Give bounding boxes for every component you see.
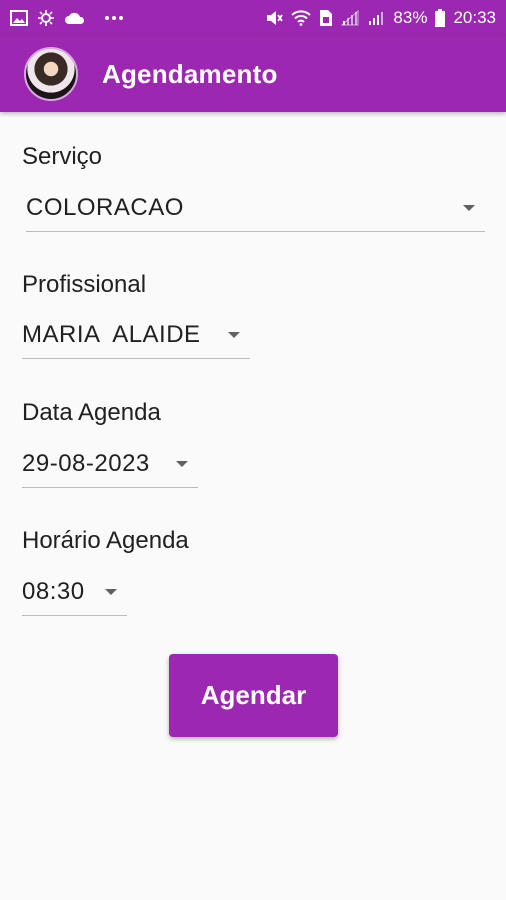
data-agenda-value: 29-08-2023 bbox=[22, 449, 150, 477]
image-icon bbox=[10, 8, 28, 28]
servico-label: Serviço bbox=[22, 143, 103, 170]
servico-value: COLORACAO bbox=[26, 193, 184, 221]
status-bar-left bbox=[10, 8, 124, 28]
mute-icon bbox=[265, 8, 284, 28]
battery-percent: 83% bbox=[393, 8, 428, 27]
wifi-icon bbox=[291, 8, 312, 28]
chevron-down-icon bbox=[105, 588, 117, 595]
sim-card-icon bbox=[319, 8, 333, 28]
page-title: Agendamento bbox=[102, 58, 278, 89]
profissional-value: MARIA ALAIDE bbox=[22, 320, 201, 348]
battery-icon bbox=[435, 8, 446, 28]
horario-agenda-label: Horário Agenda bbox=[22, 527, 189, 554]
signal-icon-2 bbox=[367, 8, 385, 28]
more-icon bbox=[104, 8, 124, 28]
avatar bbox=[24, 47, 78, 101]
agendar-button[interactable]: Agendar bbox=[169, 654, 338, 737]
clock: 20:33 bbox=[453, 8, 496, 27]
data-agenda-label: Data Agenda bbox=[22, 399, 161, 426]
cloud-icon bbox=[64, 8, 86, 28]
signal-icon bbox=[341, 8, 359, 28]
profissional-dropdown[interactable]: MARIA ALAIDE bbox=[22, 311, 250, 359]
horario-agenda-value: 08:30 bbox=[22, 577, 85, 605]
status-bar: 83% 20:33 bbox=[0, 0, 506, 36]
chevron-down-icon bbox=[176, 460, 188, 467]
brightness-icon bbox=[36, 8, 56, 28]
app-bar: Agendamento bbox=[0, 36, 506, 112]
servico-dropdown[interactable]: COLORACAO bbox=[26, 184, 485, 232]
chevron-down-icon bbox=[463, 204, 475, 211]
chevron-down-icon bbox=[228, 331, 240, 338]
horario-agenda-dropdown[interactable]: 08:30 bbox=[22, 568, 127, 616]
status-bar-right: 83% 20:33 bbox=[265, 8, 496, 28]
profissional-label: Profissional bbox=[22, 271, 147, 298]
data-agenda-dropdown[interactable]: 29-08-2023 bbox=[22, 440, 198, 488]
